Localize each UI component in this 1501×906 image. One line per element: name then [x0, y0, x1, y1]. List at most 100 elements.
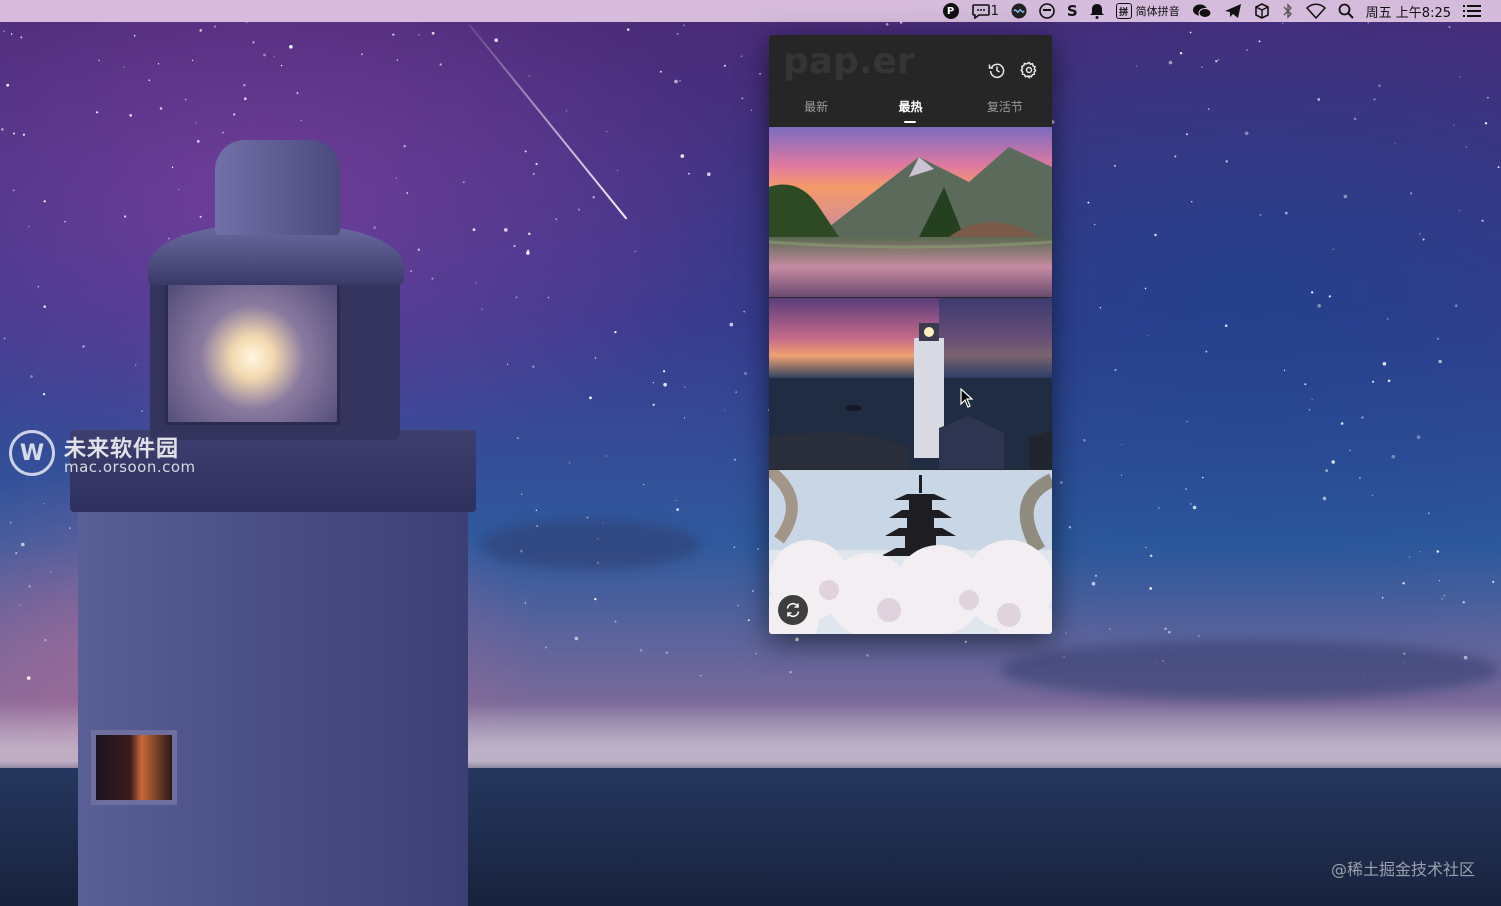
- box-icon[interactable]: [1254, 2, 1270, 20]
- siri-icon[interactable]: [1011, 2, 1027, 20]
- tab-latest[interactable]: 最新: [769, 95, 863, 125]
- star: [735, 391, 737, 393]
- star: [535, 509, 538, 512]
- star: [1185, 488, 1188, 491]
- star: [1189, 502, 1192, 506]
- star: [1487, 96, 1489, 99]
- star: [1168, 60, 1173, 65]
- star: [700, 675, 702, 677]
- star: [1215, 60, 1218, 63]
- star: [565, 110, 568, 112]
- star: [1149, 587, 1153, 590]
- star: [679, 80, 681, 82]
- desktop-wallpaper: W 未来软件园 mac.orsoon.com @稀土掘金技术社区: [0, 0, 1501, 906]
- refresh-button[interactable]: [778, 595, 808, 625]
- list-icon[interactable]: [1463, 2, 1481, 20]
- star: [1311, 291, 1314, 294]
- star: [1462, 601, 1466, 604]
- star: [643, 484, 645, 486]
- star: [1453, 124, 1455, 126]
- star: [1325, 469, 1328, 472]
- star: [521, 493, 523, 495]
- menubar-clock[interactable]: 周五 上午8:25: [1366, 2, 1451, 21]
- star: [752, 590, 754, 592]
- star: [729, 322, 734, 327]
- bell-icon[interactable]: [1089, 2, 1104, 20]
- star: [885, 22, 889, 26]
- wallpaper-thumbnail-mountain-lake[interactable]: [769, 127, 1052, 297]
- search-icon[interactable]: [1338, 2, 1354, 20]
- star: [589, 396, 592, 400]
- star: [1087, 201, 1090, 204]
- star: [665, 651, 668, 654]
- wallpaper-thumbnail-lighthouse[interactable]: [769, 298, 1052, 469]
- wifi-icon[interactable]: [1305, 2, 1326, 20]
- star: [1060, 481, 1063, 484]
- star: [527, 232, 531, 236]
- star: [1359, 477, 1361, 479]
- star: [1121, 444, 1123, 446]
- star: [1391, 455, 1396, 459]
- star: [626, 28, 630, 31]
- star: [1484, 122, 1488, 125]
- star: [1091, 581, 1096, 586]
- star: [1361, 416, 1364, 419]
- settings-button[interactable]: [1018, 59, 1040, 81]
- star: [1438, 579, 1441, 582]
- wechat-icon[interactable]: [1192, 2, 1212, 20]
- s-icon[interactable]: S: [1067, 2, 1078, 20]
- lighthouse-cupola: [215, 140, 340, 235]
- star: [1099, 307, 1101, 309]
- star: [1436, 550, 1440, 553]
- star: [1331, 460, 1335, 464]
- star: [1205, 350, 1208, 353]
- star: [1419, 232, 1421, 235]
- star: [789, 670, 792, 674]
- star: [663, 382, 667, 387]
- star: [1343, 194, 1348, 199]
- star: [1317, 98, 1321, 101]
- star: [688, 172, 690, 175]
- star: [594, 597, 597, 601]
- telegram-icon[interactable]: [1224, 2, 1242, 20]
- star: [1179, 51, 1183, 55]
- lighthouse-tower: [78, 500, 468, 906]
- popover-header: pap.er 最新 最热 复活节: [769, 35, 1052, 127]
- tab-hot[interactable]: 最热: [863, 95, 957, 125]
- star: [605, 455, 607, 457]
- star: [663, 370, 666, 373]
- tab-easter[interactable]: 复活节: [958, 95, 1052, 125]
- bluetooth-icon[interactable]: [1282, 2, 1294, 20]
- star: [1373, 98, 1376, 101]
- star: [1402, 582, 1405, 585]
- ime-icon[interactable]: 拼 简体拼音: [1115, 2, 1180, 20]
- star: [1497, 166, 1500, 169]
- fantastical-icon[interactable]: [1039, 2, 1055, 20]
- star: [659, 70, 662, 73]
- star: [1371, 494, 1374, 497]
- p-circle-icon[interactable]: P: [942, 3, 959, 19]
- star: [592, 195, 596, 199]
- cloud: [1000, 640, 1500, 700]
- star: [1174, 155, 1177, 158]
- star: [1448, 26, 1451, 29]
- star: [1428, 512, 1430, 514]
- history-button[interactable]: [986, 59, 1008, 81]
- star: [1198, 635, 1200, 637]
- star: [1437, 337, 1439, 340]
- star: [1258, 40, 1261, 43]
- star: [605, 130, 608, 133]
- star: [1481, 219, 1484, 222]
- wallpaper-thumbnail-pagoda[interactable]: [769, 470, 1052, 634]
- star: [680, 154, 685, 158]
- star: [1282, 22, 1284, 24]
- star: [594, 357, 597, 359]
- paper-popover: pap.er 最新 最热 复活节: [769, 35, 1052, 634]
- star: [1340, 422, 1344, 425]
- comment-icon[interactable]: 1: [971, 2, 999, 20]
- star: [555, 218, 558, 221]
- star: [1164, 627, 1167, 631]
- star: [1154, 233, 1157, 237]
- star: [750, 109, 753, 112]
- star: [1492, 580, 1495, 583]
